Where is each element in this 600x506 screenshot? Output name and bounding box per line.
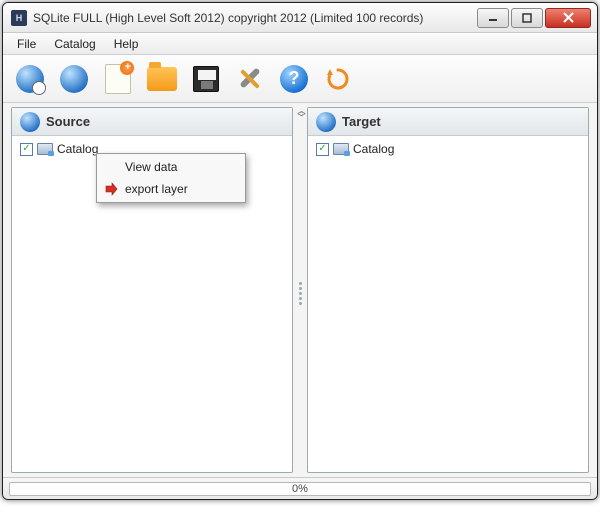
globe-icon	[20, 112, 40, 132]
titlebar: H SQLite FULL (High Level Soft 2012) cop…	[3, 3, 597, 33]
workspace: Source Catalog <> Target	[3, 103, 597, 477]
toolbar: ?	[3, 55, 597, 103]
menu-help[interactable]: Help	[106, 35, 147, 53]
tree-node-label: Catalog	[57, 142, 98, 156]
source-header-label: Source	[46, 114, 90, 129]
minimize-button[interactable]	[477, 8, 509, 28]
catalog-node-icon	[37, 143, 53, 155]
menubar: File Catalog Help	[3, 33, 597, 55]
checkbox-icon[interactable]	[316, 143, 329, 156]
maximize-button[interactable]	[511, 8, 543, 28]
target-tree[interactable]: Catalog	[308, 136, 588, 472]
blank-icon	[103, 159, 119, 175]
source-panel-header: Source	[12, 108, 292, 136]
target-panel: Target Catalog	[307, 107, 589, 473]
menu-item-view-data[interactable]: View data	[99, 156, 243, 178]
export-icon	[103, 181, 119, 197]
globe-icon	[316, 112, 336, 132]
splitter[interactable]: <>	[293, 107, 307, 473]
splitter-grip-icon[interactable]	[299, 282, 302, 305]
menu-item-export-layer[interactable]: export layer	[99, 178, 243, 200]
new-document-icon[interactable]	[101, 62, 135, 96]
statusbar: 0%	[3, 477, 597, 499]
window-title: SQLite FULL (High Level Soft 2012) copyr…	[33, 11, 475, 25]
save-icon[interactable]	[189, 62, 223, 96]
globe-clock-icon[interactable]	[13, 62, 47, 96]
target-header-label: Target	[342, 114, 381, 129]
tools-icon[interactable]	[233, 62, 267, 96]
splitter-collapse-icon[interactable]: <>	[297, 109, 303, 120]
context-menu: View data export layer	[96, 153, 246, 203]
catalog-node-icon	[333, 143, 349, 155]
progress-text: 0%	[292, 483, 308, 495]
app-window: H SQLite FULL (High Level Soft 2012) cop…	[2, 2, 598, 500]
checkbox-icon[interactable]	[20, 143, 33, 156]
menu-item-label: View data	[125, 160, 177, 174]
window-controls	[475, 8, 591, 28]
refresh-icon[interactable]	[321, 62, 355, 96]
close-button[interactable]	[545, 8, 591, 28]
globe-icon[interactable]	[57, 62, 91, 96]
tree-node-label: Catalog	[353, 142, 394, 156]
tree-row-catalog[interactable]: Catalog	[314, 140, 582, 158]
menu-catalog[interactable]: Catalog	[46, 35, 103, 53]
target-panel-header: Target	[308, 108, 588, 136]
menu-item-label: export layer	[125, 182, 188, 196]
menu-file[interactable]: File	[9, 35, 44, 53]
help-icon[interactable]: ?	[277, 62, 311, 96]
app-icon: H	[11, 10, 27, 26]
progress-bar: 0%	[9, 482, 591, 496]
open-folder-icon[interactable]	[145, 62, 179, 96]
